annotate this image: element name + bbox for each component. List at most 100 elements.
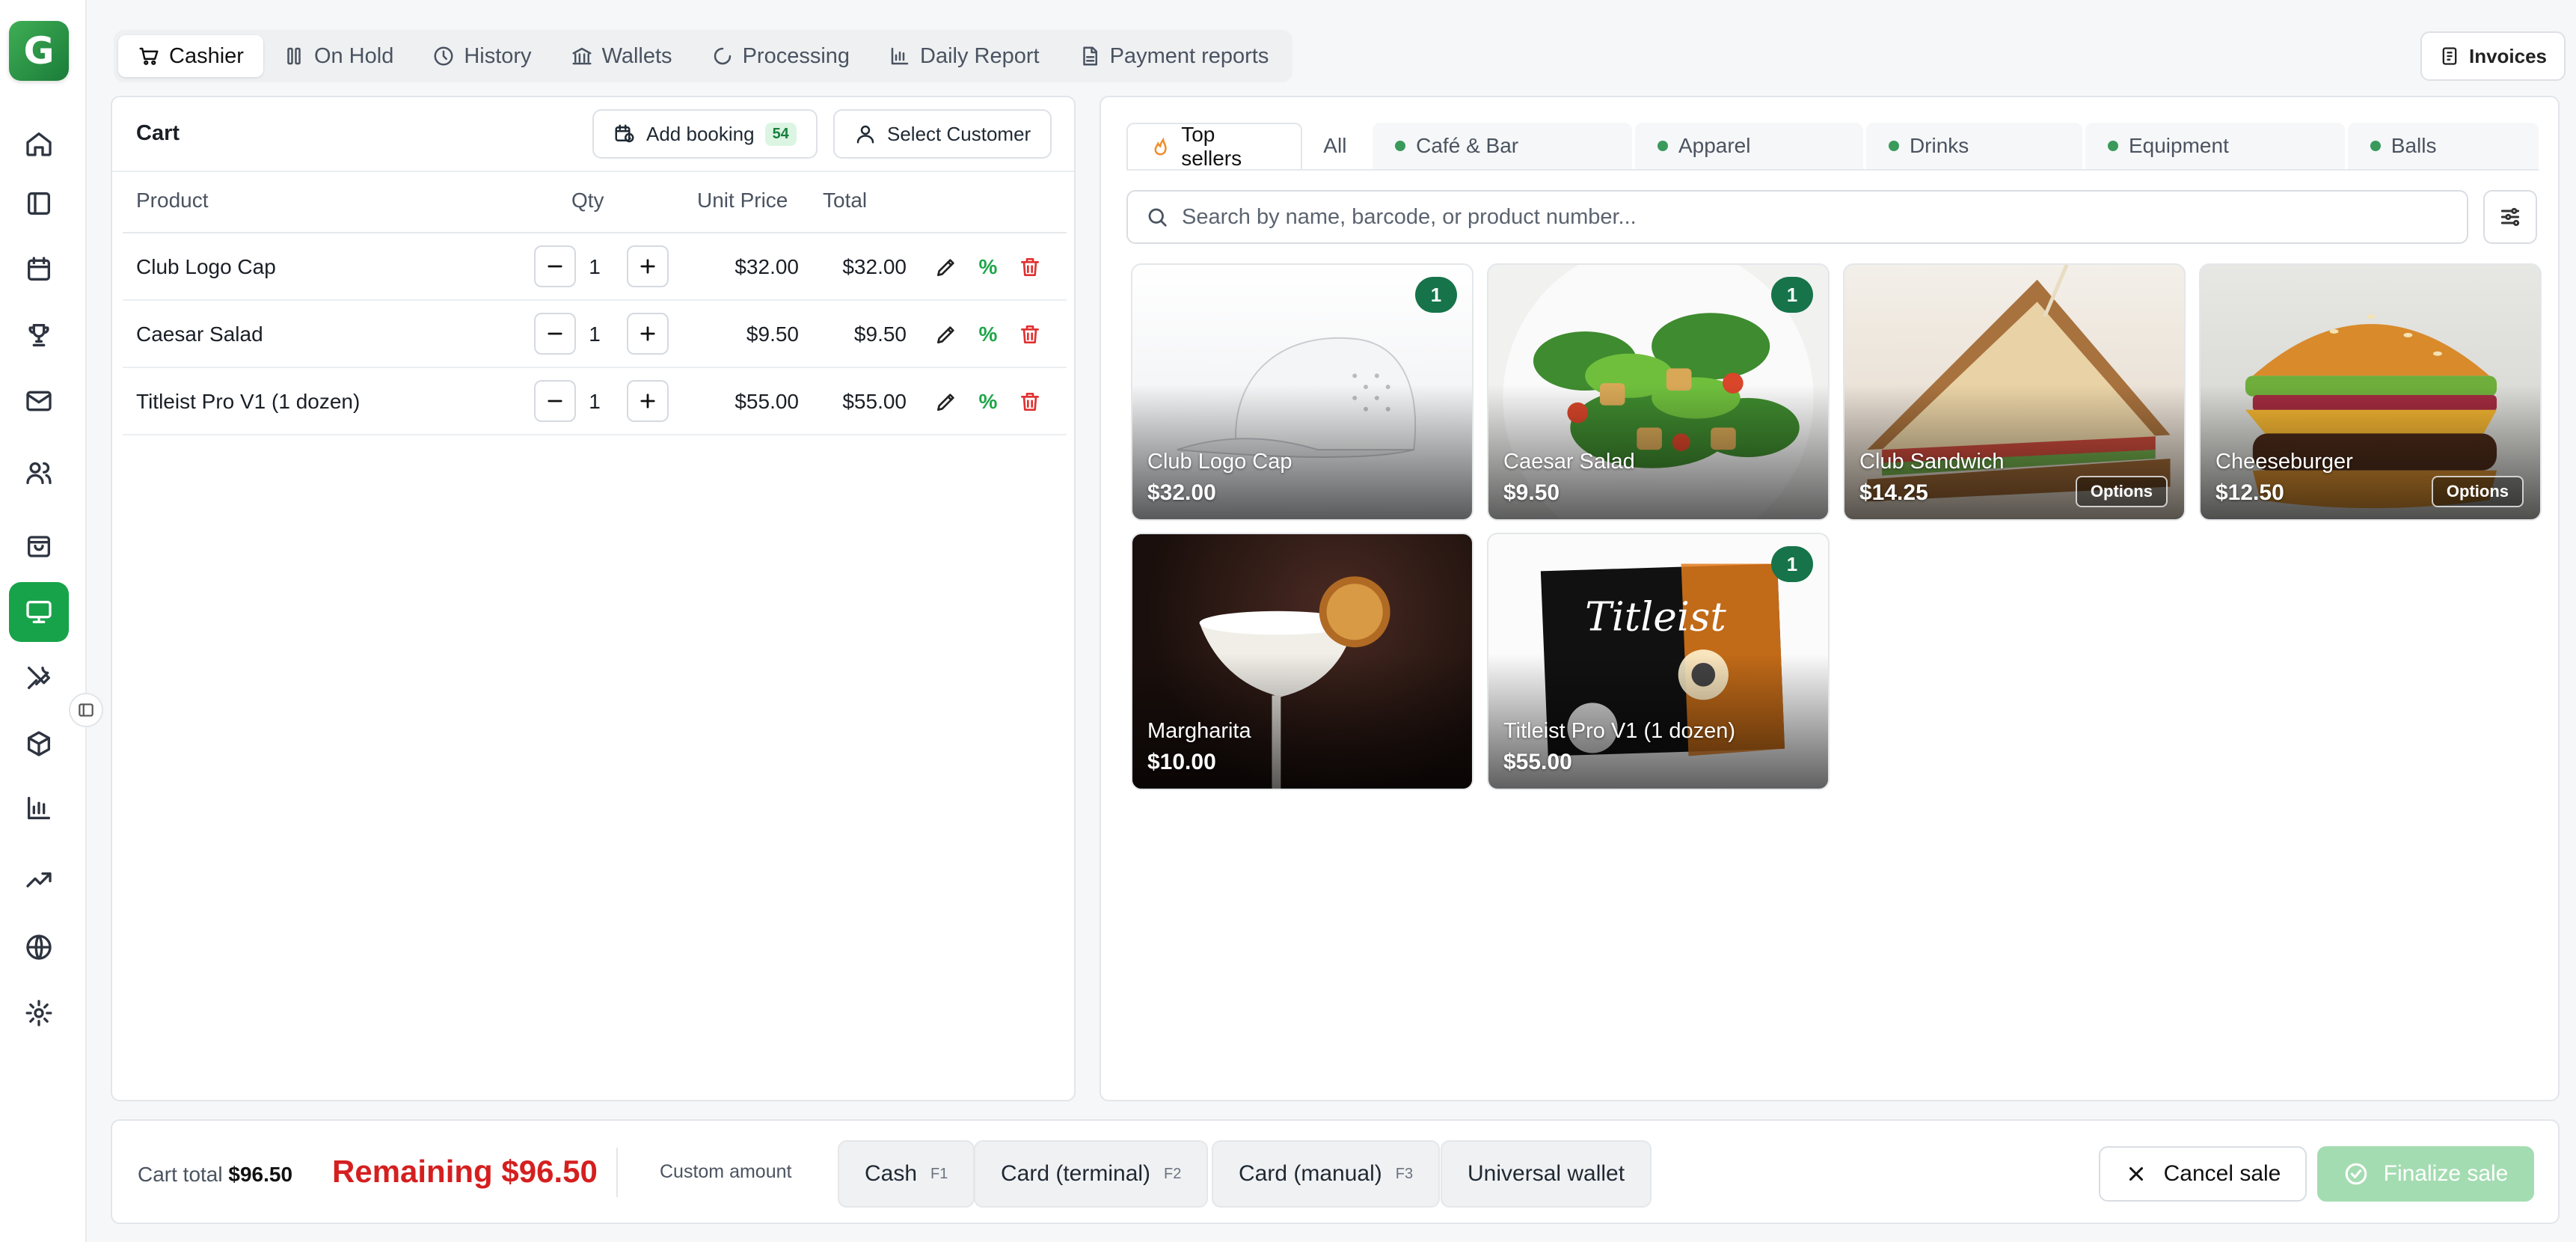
app-logo[interactable]: G <box>9 21 69 81</box>
discount-icon[interactable]: % <box>975 389 1001 414</box>
globe-icon[interactable] <box>9 917 69 977</box>
tab-payment-reports[interactable]: Payment reports <box>1059 35 1289 77</box>
category-dot-icon <box>1888 141 1899 151</box>
settings-icon[interactable] <box>9 983 69 1043</box>
tab-label: On Hold <box>313 43 394 68</box>
column-header-total: Total <box>823 189 868 212</box>
category-label: Apparel <box>1678 134 1751 157</box>
category-tab-top-sellers[interactable]: Top sellers <box>1126 123 1303 170</box>
plus-icon <box>640 394 655 409</box>
product-tile[interactable]: 1 Caesar Salad $9.50 <box>1487 263 1830 521</box>
clock-icon <box>434 46 453 66</box>
in-cart-qty-badge: 1 <box>1771 546 1813 582</box>
finalize-sale-button[interactable]: Finalize sale <box>2317 1146 2534 1202</box>
product-tile[interactable]: Margharita $10.00 <box>1131 533 1473 790</box>
product-name: Titleist Pro V1 (1 dozen) <box>136 390 361 413</box>
shopping-bag-icon[interactable] <box>9 515 69 575</box>
increase-qty-button[interactable] <box>627 380 669 422</box>
sidebar: G <box>0 0 87 1242</box>
qty-value[interactable]: 1 <box>583 301 606 368</box>
cancel-sale-button[interactable]: Cancel sale <box>2099 1146 2307 1202</box>
category-tab-balls[interactable]: Balls <box>2347 123 2539 169</box>
tab-wallets[interactable]: Wallets <box>551 35 692 77</box>
filter-button[interactable] <box>2483 190 2537 244</box>
top-nav-tabs: Cashier On Hold History Wallets Processi… <box>114 30 1293 82</box>
home-icon[interactable] <box>9 114 69 174</box>
pay-cash-button[interactable]: Cash F1 <box>838 1140 975 1208</box>
qty-value[interactable]: 1 <box>583 368 606 435</box>
delete-icon[interactable] <box>1017 389 1043 414</box>
check-circle-icon <box>2345 1163 2367 1185</box>
tab-cashier[interactable]: Cashier <box>118 35 263 77</box>
sliders-icon <box>2500 207 2520 227</box>
monitor-icon[interactable] <box>9 582 69 642</box>
category-tab-equipment[interactable]: Equipment <box>2085 123 2345 169</box>
panel-icon[interactable] <box>9 174 69 233</box>
edit-icon[interactable] <box>933 254 959 280</box>
product-name: Club Logo Cap <box>136 255 276 278</box>
category-dot-icon <box>1395 141 1406 151</box>
tab-processing[interactable]: Processing <box>692 35 869 77</box>
tab-on-hold[interactable]: On Hold <box>263 35 413 77</box>
category-tab-cafe-bar[interactable]: Café & Bar <box>1373 123 1632 169</box>
product-tile[interactable]: Titleist 1 Titleist Pro V1 (1 dozen) $55… <box>1487 533 1830 790</box>
qty-value[interactable]: 1 <box>583 233 606 301</box>
edit-icon[interactable] <box>933 389 959 414</box>
trending-up-icon[interactable] <box>9 850 69 910</box>
column-header-qty: Qty <box>571 189 604 212</box>
product-tile[interactable]: 1 Club Logo Cap $32.00 <box>1131 263 1473 521</box>
spinner-icon <box>714 47 731 65</box>
tab-label: Daily Report <box>920 43 1040 68</box>
pay-card-manual-button[interactable]: Card (manual) F3 <box>1212 1140 1441 1208</box>
category-tab-all[interactable]: All <box>1305 123 1370 169</box>
users-icon[interactable] <box>9 443 69 503</box>
delete-icon[interactable] <box>1017 254 1043 280</box>
pay-card-terminal-button[interactable]: Card (terminal) F2 <box>974 1140 1209 1208</box>
search-input[interactable] <box>1182 204 2379 230</box>
product-search <box>1126 190 2468 244</box>
bar-chart-icon[interactable] <box>9 778 69 838</box>
options-button[interactable]: Options <box>2431 476 2524 507</box>
package-icon[interactable] <box>9 714 69 774</box>
tab-daily-report[interactable]: Daily Report <box>869 35 1059 77</box>
svg-text:Titleist: Titleist <box>1585 593 1726 640</box>
sidebar-collapse-icon[interactable] <box>69 693 103 727</box>
calendar-icon[interactable] <box>9 239 69 299</box>
product-tile[interactable]: Club Sandwich $14.25 Options <box>1843 263 2186 521</box>
select-customer-button[interactable]: Select Customer <box>833 109 1052 159</box>
product-price: $10.00 <box>1147 750 1216 774</box>
decrease-qty-button[interactable] <box>534 380 576 422</box>
cancel-sale-label: Cancel sale <box>2163 1161 2281 1186</box>
tools-icon[interactable] <box>9 648 69 708</box>
tab-history[interactable]: History <box>413 35 551 77</box>
discount-icon[interactable]: % <box>975 254 1001 280</box>
unit-price: $32.00 <box>735 255 799 278</box>
discount-icon[interactable]: % <box>975 322 1001 347</box>
invoices-button[interactable]: Invoices <box>2420 31 2566 81</box>
table-row: Club Logo Cap 1 $32.00 $32.00 % <box>123 233 1067 301</box>
category-tab-drinks[interactable]: Drinks <box>1865 123 2082 169</box>
table-row: Caesar Salad 1 $9.50 $9.50 % <box>123 301 1067 368</box>
increase-qty-button[interactable] <box>627 245 669 287</box>
table-row: Titleist Pro V1 (1 dozen) 1 $55.00 $55.0… <box>123 368 1067 435</box>
edit-icon[interactable] <box>933 322 959 347</box>
cart-total: Cart total $96.50 <box>138 1163 292 1187</box>
options-button[interactable]: Options <box>2075 476 2168 507</box>
category-label: Top sellers <box>1181 123 1242 170</box>
custom-amount-button[interactable]: Custom amount <box>660 1161 791 1183</box>
trophy-icon[interactable] <box>9 305 69 365</box>
delete-icon[interactable] <box>1017 322 1043 347</box>
category-tab-apparel[interactable]: Apparel <box>1634 123 1863 169</box>
decrease-qty-button[interactable] <box>534 313 576 355</box>
payment-label: Universal wallet <box>1468 1161 1625 1186</box>
pay-universal-wallet-button[interactable]: Universal wallet <box>1441 1140 1652 1208</box>
product-price: $12.50 <box>2215 480 2284 505</box>
add-booking-button[interactable]: Add booking 54 <box>592 109 818 159</box>
mail-icon[interactable] <box>9 371 69 431</box>
cart-total-label: Cart total <box>138 1163 223 1186</box>
product-tile[interactable]: Cheeseburger $12.50 Options <box>2199 263 2542 521</box>
increase-qty-button[interactable] <box>627 313 669 355</box>
product-price: $55.00 <box>1503 750 1572 774</box>
decrease-qty-button[interactable] <box>534 245 576 287</box>
category-tabs: Top sellers All Café & Bar Apparel Drink… <box>1126 123 2539 171</box>
